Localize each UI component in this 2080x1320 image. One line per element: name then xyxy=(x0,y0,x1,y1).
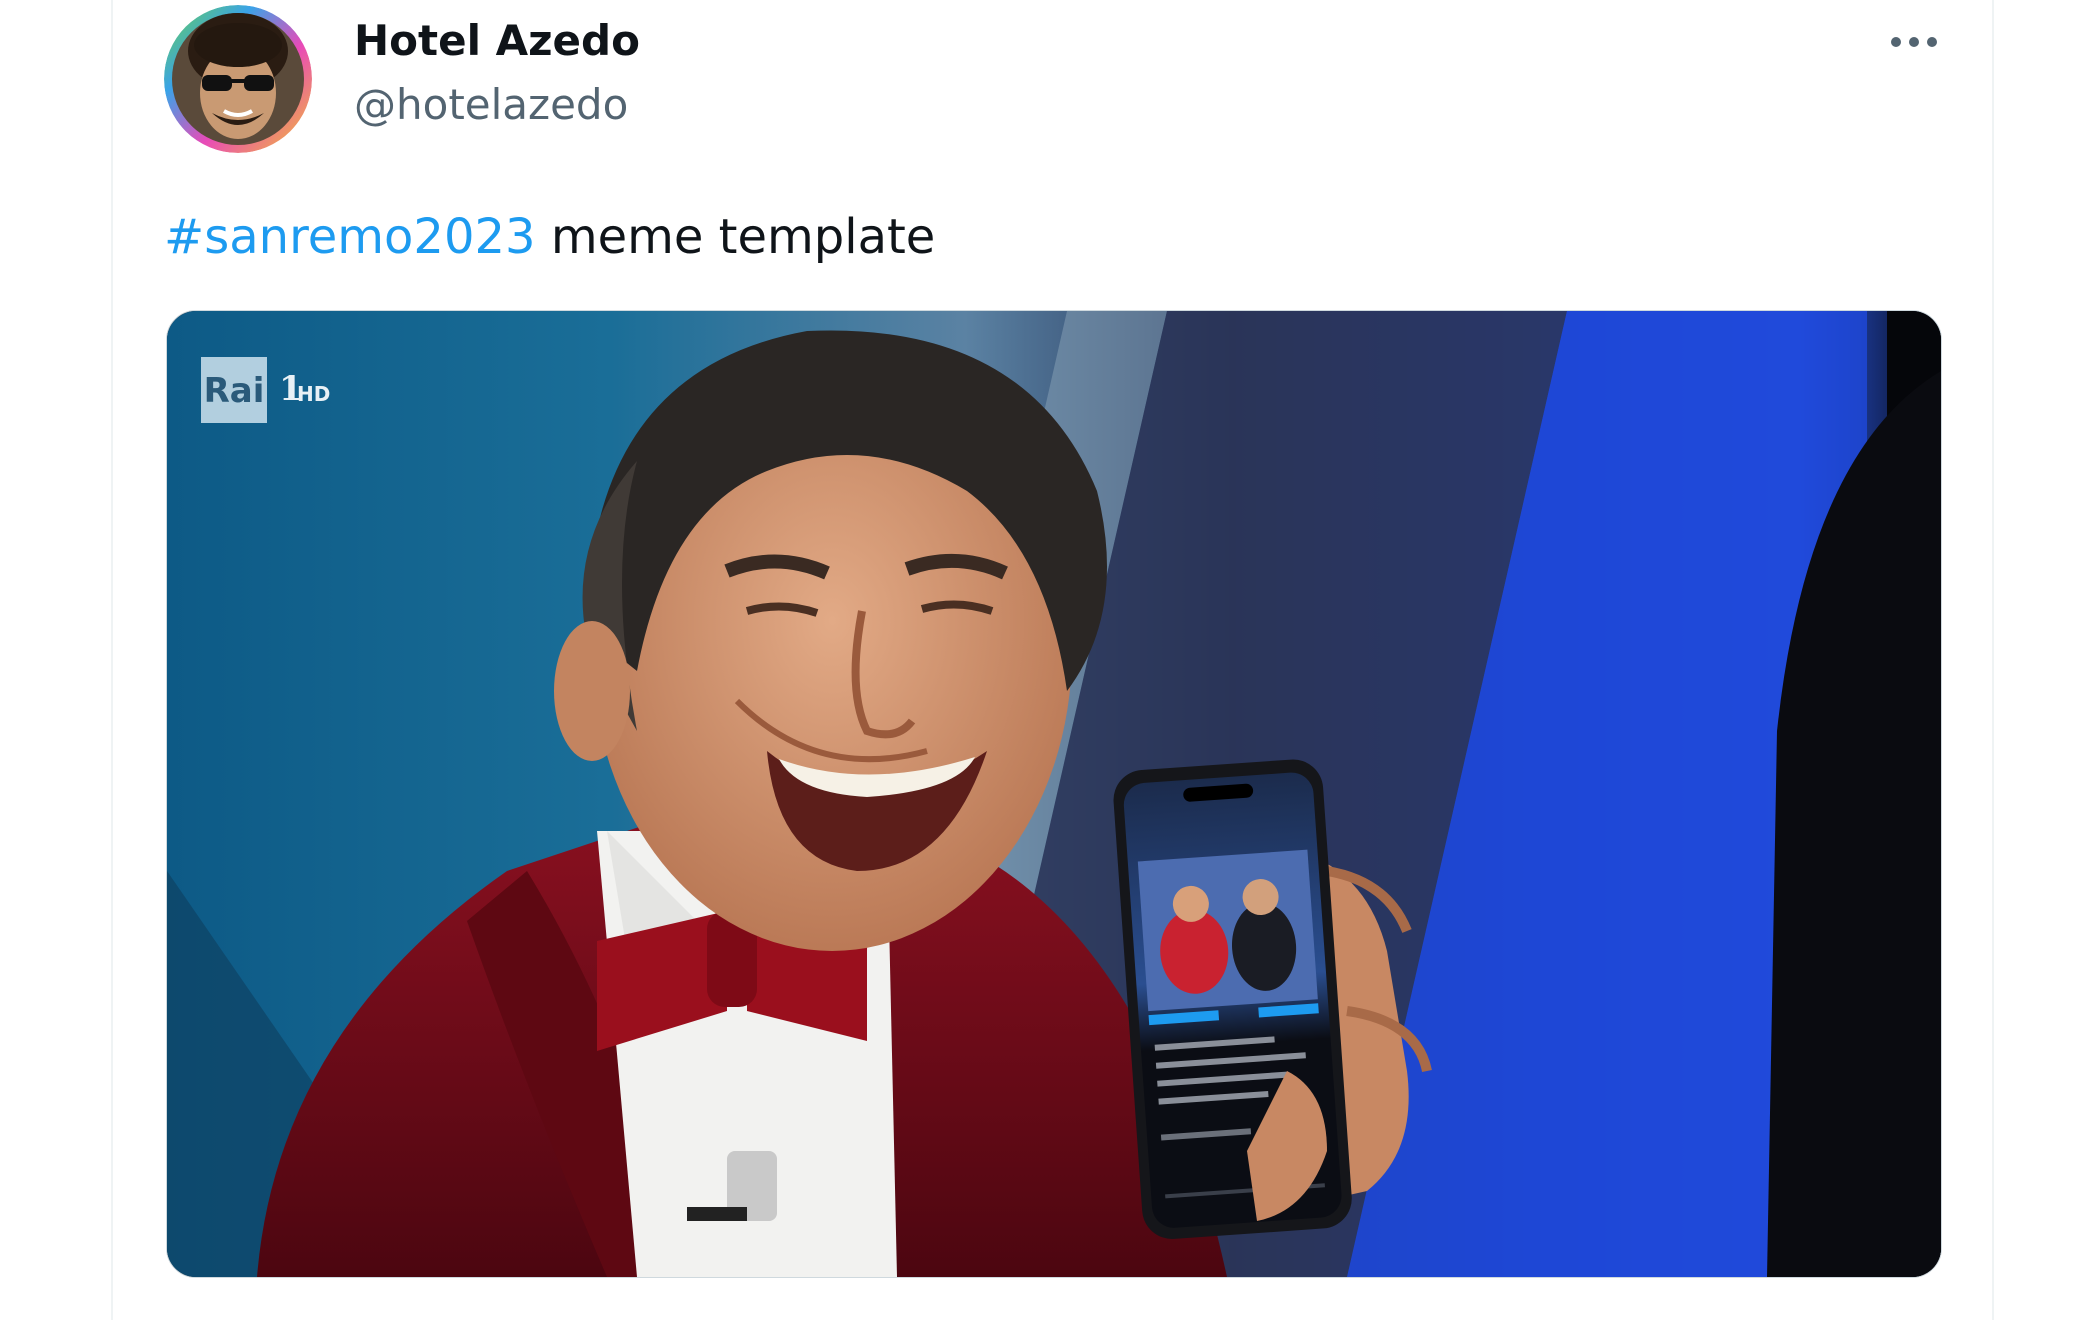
tweet-text: #sanremo2023 meme template xyxy=(164,208,935,266)
tweet-media-image[interactable]: Rai 1 HD xyxy=(166,310,1942,1278)
more-options-button[interactable] xyxy=(1882,18,1946,66)
hashtag-link[interactable]: #sanremo2023 xyxy=(164,209,536,265)
watermark-hd: HD xyxy=(297,382,330,406)
author-handle[interactable]: @hotelazedo xyxy=(354,80,628,130)
author-display-name[interactable]: Hotel Azedo xyxy=(354,16,640,66)
more-horizontal-icon xyxy=(1891,37,1937,47)
photo-showman-holding-phone: Rai 1 HD xyxy=(167,311,1941,1277)
watermark-rai: Rai xyxy=(204,371,265,411)
tweet-body-text: meme template xyxy=(535,209,936,265)
avatar-image xyxy=(164,5,312,153)
author-avatar[interactable] xyxy=(164,5,312,153)
